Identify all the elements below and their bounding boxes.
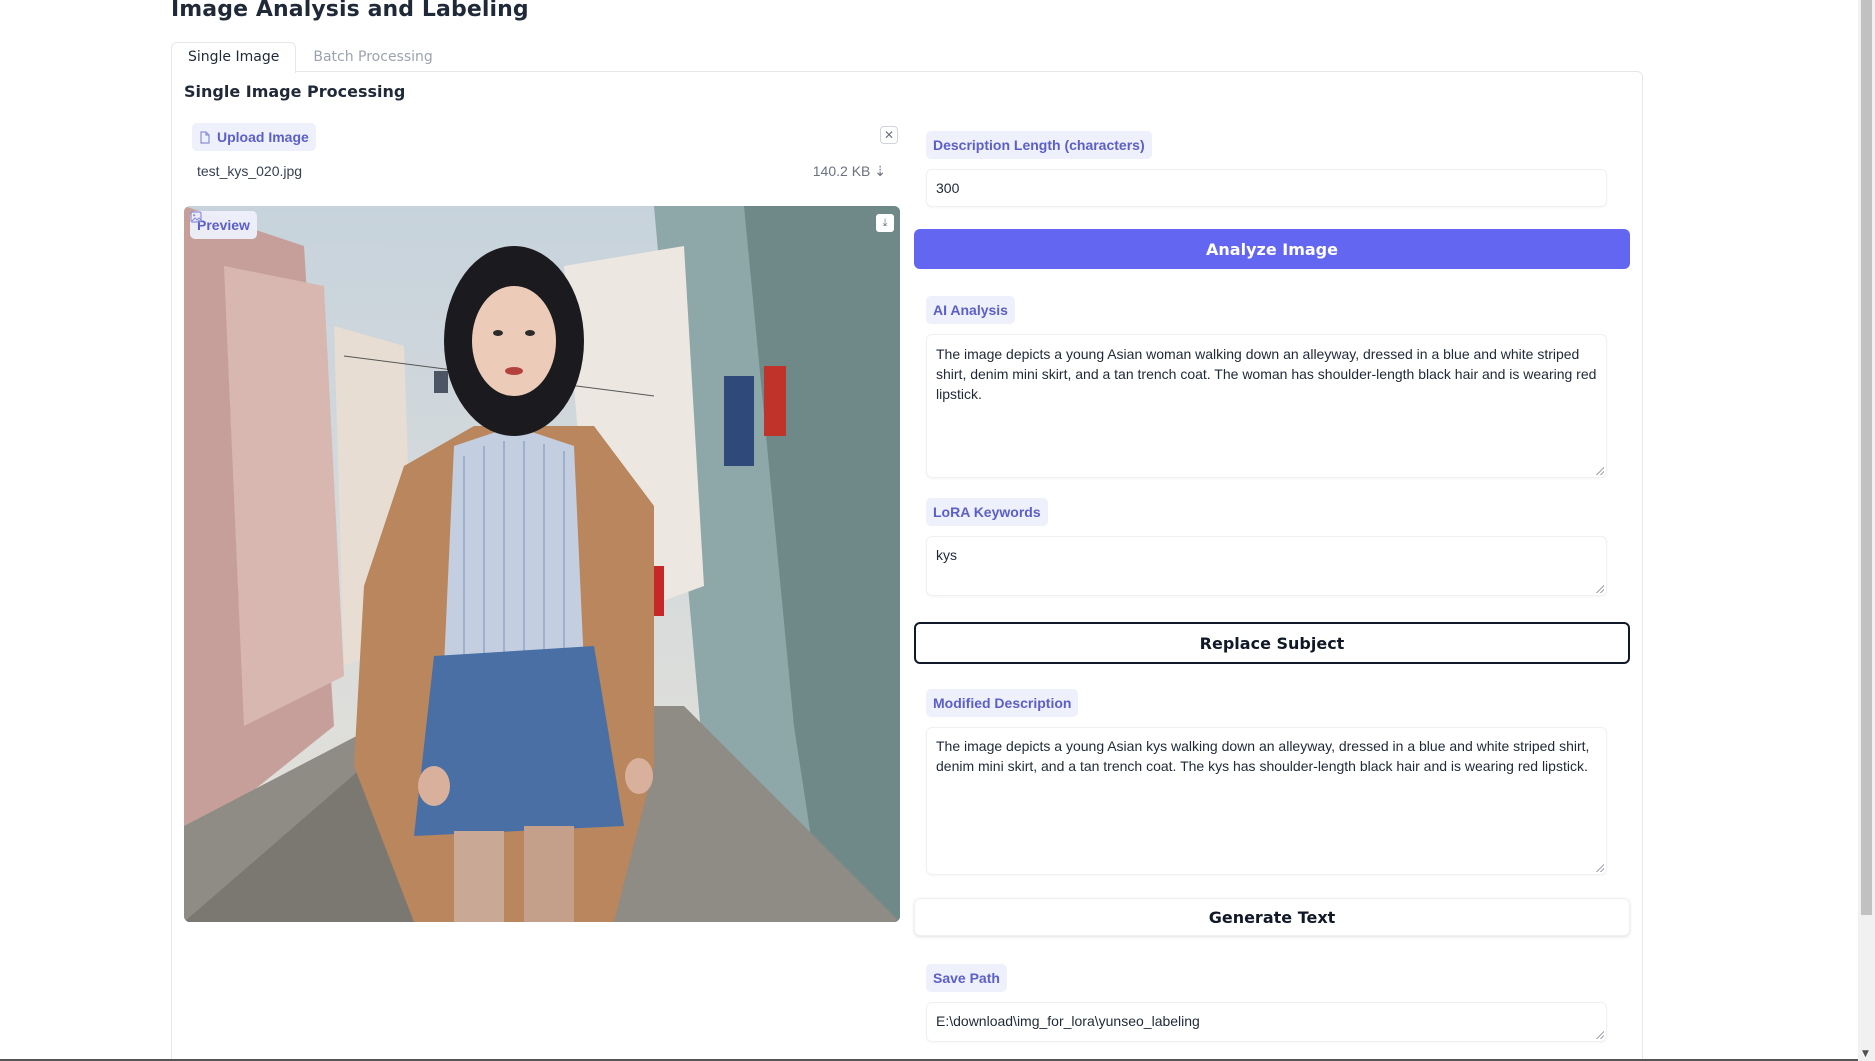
save-path-input[interactable]: E:\download\img_for_lora\yunseo_labeling — [926, 1002, 1607, 1042]
save-path-label: Save Path — [926, 964, 1007, 992]
page-title: Image Analysis and Labeling — [171, 0, 529, 22]
scroll-down-icon[interactable]: ▼ — [1862, 1049, 1869, 1059]
modified-description-label: Modified Description — [926, 689, 1079, 717]
ai-analysis-text: The image depicts a young Asian woman wa… — [936, 346, 1597, 402]
description-length-field: Description Length (characters) 300 — [914, 121, 1619, 217]
modified-description-field: Modified Description The image depicts a… — [914, 679, 1619, 885]
generate-text-button[interactable]: Generate Text — [914, 898, 1630, 936]
save-path-text: E:\download\img_for_lora\yunseo_labeling — [936, 1013, 1200, 1029]
ai-analysis-label: AI Analysis — [926, 296, 1015, 324]
ai-analysis-field: AI Analysis The image depicts a young As… — [914, 286, 1619, 488]
lora-keywords-textarea[interactable]: kys — [926, 536, 1607, 596]
modified-description-text: The image depicts a young Asian kys walk… — [936, 738, 1590, 774]
tab-bar: Single Image Batch Processing — [171, 42, 450, 73]
preview-text: Preview — [197, 217, 250, 233]
preview-label: Preview — [190, 211, 257, 239]
image-icon — [190, 211, 202, 223]
lora-keywords-text: kys — [936, 547, 957, 563]
resize-handle[interactable] — [1596, 585, 1604, 593]
download-button[interactable]: ⤓ — [876, 214, 894, 232]
resize-handle[interactable] — [1596, 1031, 1604, 1039]
tab-single-image[interactable]: Single Image — [171, 42, 297, 73]
resize-handle[interactable] — [1596, 467, 1604, 475]
lora-keywords-label: LoRA Keywords — [926, 498, 1048, 526]
save-path-field: Save Path E:\download\img_for_lora\yunse… — [914, 954, 1619, 1052]
description-length-label: Description Length (characters) — [926, 131, 1152, 159]
lora-keywords-field: LoRA Keywords kys — [914, 488, 1619, 606]
page-scrollbar[interactable]: ▼ — [1858, 0, 1875, 1061]
tab-batch-processing[interactable]: Batch Processing — [296, 42, 449, 72]
description-length-input[interactable]: 300 — [926, 169, 1607, 207]
ai-analysis-textarea[interactable]: The image depicts a young Asian woman wa… — [926, 334, 1607, 478]
replace-subject-button[interactable]: Replace Subject — [914, 622, 1630, 664]
analyze-image-button[interactable]: Analyze Image — [914, 229, 1630, 269]
download-icon: ⤓ — [882, 216, 888, 229]
modified-description-textarea[interactable]: The image depicts a young Asian kys walk… — [926, 727, 1607, 875]
resize-handle[interactable] — [1596, 864, 1604, 872]
right-column: Description Length (characters) 300 Anal… — [171, 71, 1643, 1061]
scrollbar-thumb[interactable] — [1861, 0, 1872, 915]
